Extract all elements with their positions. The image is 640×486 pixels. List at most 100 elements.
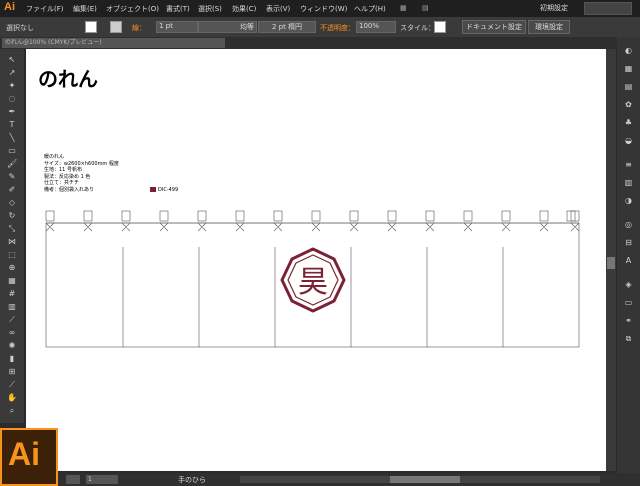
menu-view[interactable]: 表示(V) bbox=[266, 4, 290, 14]
menu-bar: Ai ファイル(F) 編集(E) オブジェクト(O) 書式(T) 選択(S) 効… bbox=[0, 0, 640, 17]
workspace-switcher[interactable]: 初期設定 bbox=[540, 3, 568, 13]
pencil-tool-icon[interactable]: ✎ bbox=[7, 172, 17, 182]
stroke-weight-field[interactable]: 1 pt bbox=[156, 21, 198, 33]
opacity-label[interactable]: 不透明度： bbox=[320, 23, 355, 33]
width-tool-icon[interactable]: ⋈ bbox=[7, 237, 17, 247]
stroke-label[interactable]: 線： bbox=[132, 23, 146, 33]
fill-swatch[interactable] bbox=[85, 21, 97, 33]
hanging-loop bbox=[387, 210, 397, 222]
horizontal-scrollbar[interactable] bbox=[240, 476, 600, 483]
artboard-canvas[interactable]: のれん 暖のれん サイズ：w2600×h600mm 程度 生地：11 号帆布 製… bbox=[26, 49, 606, 471]
blob-brush-tool-icon[interactable]: ✐ bbox=[7, 185, 17, 195]
stitch-marks bbox=[45, 222, 580, 232]
illustrator-badge-text: Ai bbox=[8, 436, 40, 472]
stroke-profile-select[interactable]: 均等 bbox=[198, 21, 257, 33]
slice-tool-icon[interactable]: ⟋ bbox=[7, 380, 17, 390]
hand-tool-icon[interactable]: ✋ bbox=[7, 393, 17, 403]
rotate-tool-icon[interactable]: ↻ bbox=[7, 211, 17, 221]
magic-wand-tool-icon[interactable]: ✦ bbox=[7, 81, 17, 91]
pen-tool-icon[interactable]: ✒ bbox=[7, 107, 17, 117]
panel-dock: ◐ ▦ ▤ ✿ ♣ ◒ ≡ ▥ ◑ ◎ ⊟ A ◈ ▭ ⚭ ⧉ bbox=[617, 37, 640, 486]
scale-tool-icon[interactable]: ⤡ bbox=[7, 224, 17, 234]
artboards-panel-icon[interactable]: ▭ bbox=[623, 297, 634, 308]
horizontal-scroll-thumb[interactable] bbox=[390, 476, 460, 483]
zoom-tool-icon[interactable]: ⌕ bbox=[7, 406, 17, 416]
links-panel-icon[interactable]: ⚭ bbox=[623, 315, 634, 326]
hanging-loop bbox=[463, 210, 473, 222]
selection-status: 選択なし bbox=[6, 24, 34, 32]
layers-panel-icon[interactable]: ◈ bbox=[623, 279, 634, 290]
free-transform-tool-icon[interactable]: ⬚ bbox=[7, 250, 17, 260]
hanging-loop bbox=[235, 210, 245, 222]
mesh-tool-icon[interactable]: # bbox=[7, 289, 17, 299]
menu-select[interactable]: 選択(S) bbox=[198, 4, 222, 14]
gradient-tool-icon[interactable]: ▥ bbox=[7, 302, 17, 312]
document-tab-strip: のれん@100% (CMYK/プレビュー) bbox=[0, 37, 640, 49]
paintbrush-tool-icon[interactable]: 🖌 bbox=[7, 159, 17, 169]
character-panel-icon[interactable]: A bbox=[623, 255, 634, 266]
tools-panel: ↖ ↗ ✦ ◌ ✒ T ╲ ▭ 🖌 ✎ ✐ ◇ ↻ ⤡ ⋈ ⬚ ⊕ ▦ # ▥ … bbox=[0, 49, 24, 423]
graphic-styles-icon[interactable]: ◒ bbox=[623, 135, 634, 146]
type-tool-icon[interactable]: T bbox=[7, 120, 17, 130]
style-label: スタイル： bbox=[400, 24, 435, 32]
bridge-icon[interactable]: ▦ bbox=[400, 4, 407, 12]
selection-tool-icon[interactable]: ↖ bbox=[7, 55, 17, 65]
hanging-loop bbox=[349, 210, 359, 222]
menu-file[interactable]: ファイル(F) bbox=[26, 4, 64, 14]
perspective-grid-tool-icon[interactable]: ▦ bbox=[7, 276, 17, 286]
menu-help[interactable]: ヘルプ(H) bbox=[354, 4, 386, 14]
vertical-scroll-thumb[interactable] bbox=[607, 257, 615, 269]
zoom-select[interactable] bbox=[66, 475, 80, 484]
pathfinder-panel-icon[interactable]: ⧉ bbox=[623, 333, 634, 344]
symbols-panel-icon[interactable]: ♣ bbox=[623, 117, 634, 128]
search-input[interactable] bbox=[584, 2, 632, 15]
document-tab[interactable]: のれん@100% (CMYK/プレビュー) bbox=[2, 38, 225, 48]
artboard-navigator[interactable]: 1 bbox=[86, 475, 118, 484]
line-tool-icon[interactable]: ╲ bbox=[7, 133, 17, 143]
noren-logo-mark: 昊 bbox=[280, 247, 346, 313]
align-panel-icon[interactable]: ⊟ bbox=[623, 237, 634, 248]
column-graph-tool-icon[interactable]: ▮ bbox=[7, 354, 17, 364]
eyedropper-tool-icon[interactable]: ⟋ bbox=[7, 315, 17, 325]
direct-selection-tool-icon[interactable]: ↗ bbox=[7, 68, 17, 78]
brush-select[interactable]: 2 pt 楕円 bbox=[258, 21, 316, 33]
symbol-sprayer-tool-icon[interactable]: ✺ bbox=[7, 341, 17, 351]
status-bar: 1 手のひら bbox=[0, 473, 640, 486]
transparency-panel-icon[interactable]: ◑ bbox=[623, 195, 634, 206]
style-swatch[interactable] bbox=[434, 21, 446, 33]
arrange-icon[interactable]: ▤ bbox=[422, 4, 429, 12]
opacity-field[interactable]: 100% bbox=[356, 21, 396, 33]
menu-object[interactable]: オブジェクト(O) bbox=[106, 4, 159, 14]
menu-edit[interactable]: 編集(E) bbox=[73, 4, 97, 14]
menu-effect[interactable]: 効果(C) bbox=[232, 4, 256, 14]
preferences-button[interactable]: 環境設定 bbox=[528, 20, 570, 34]
menu-type[interactable]: 書式(T) bbox=[166, 4, 190, 14]
rectangle-tool-icon[interactable]: ▭ bbox=[7, 146, 17, 156]
brushes-panel-icon[interactable]: ✿ bbox=[623, 99, 634, 110]
eraser-tool-icon[interactable]: ◇ bbox=[7, 198, 17, 208]
hanging-loop bbox=[197, 210, 207, 222]
hanging-loop bbox=[273, 210, 283, 222]
app-logo: Ai bbox=[4, 1, 15, 13]
hanging-loop bbox=[159, 210, 169, 222]
swatches-panel-icon[interactable]: ▤ bbox=[623, 81, 634, 92]
hanging-loop bbox=[425, 210, 435, 222]
stroke-swatch[interactable] bbox=[110, 21, 122, 33]
hanging-loop bbox=[311, 210, 321, 222]
artboard-tool-icon[interactable]: ⊞ bbox=[7, 367, 17, 377]
stroke-panel-icon[interactable]: ≡ bbox=[623, 159, 634, 170]
vertical-scrollbar[interactable] bbox=[606, 49, 616, 471]
hanging-loop bbox=[121, 210, 131, 222]
color-panel-icon[interactable]: ◐ bbox=[623, 45, 634, 56]
gradient-panel-icon[interactable]: ▥ bbox=[623, 177, 634, 188]
color-guide-icon[interactable]: ▦ bbox=[623, 63, 634, 74]
appearance-panel-icon[interactable]: ◎ bbox=[623, 219, 634, 230]
hanging-loop bbox=[83, 210, 93, 222]
document-setup-button[interactable]: ドキュメント設定 bbox=[462, 20, 526, 34]
lasso-tool-icon[interactable]: ◌ bbox=[7, 94, 17, 104]
control-bar: 選択なし 線： 1 pt 均等 2 pt 楕円 不透明度： 100% スタイル：… bbox=[0, 17, 640, 38]
hanging-loop bbox=[539, 210, 549, 222]
blend-tool-icon[interactable]: ∞ bbox=[7, 328, 17, 338]
shape-builder-tool-icon[interactable]: ⊕ bbox=[7, 263, 17, 273]
menu-window[interactable]: ウィンドウ(W) bbox=[300, 4, 347, 14]
